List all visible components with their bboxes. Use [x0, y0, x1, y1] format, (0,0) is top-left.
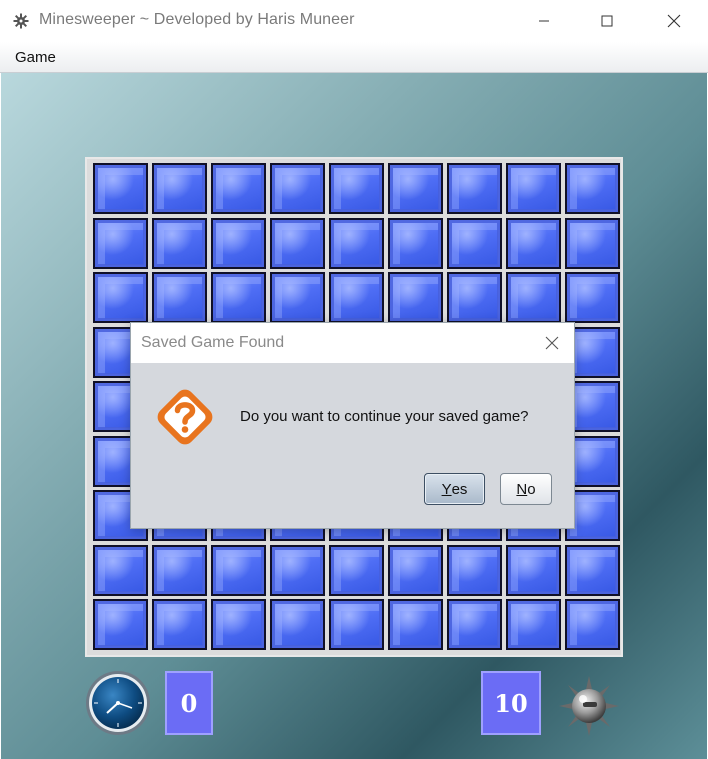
- no-label: o: [527, 480, 536, 498]
- mine-tile[interactable]: [329, 599, 384, 650]
- mine-tile[interactable]: [388, 163, 443, 214]
- mine-tile[interactable]: [447, 272, 502, 323]
- mine-tile[interactable]: [506, 544, 561, 596]
- mine-tile[interactable]: [565, 217, 620, 269]
- mine-tile[interactable]: [565, 163, 620, 214]
- menu-game[interactable]: Game: [15, 49, 56, 66]
- mine-tile[interactable]: [506, 217, 561, 269]
- maximize-icon: [601, 15, 613, 27]
- yes-button[interactable]: Yes: [424, 473, 485, 505]
- yes-label: es: [451, 480, 468, 498]
- mine-tile[interactable]: [270, 163, 325, 214]
- mine-tile[interactable]: [93, 163, 148, 214]
- maximize-button[interactable]: [584, 0, 630, 42]
- mine-tile[interactable]: [211, 163, 266, 214]
- dialog-close-button[interactable]: [537, 331, 567, 355]
- mine-tile[interactable]: [506, 272, 561, 323]
- mine-tile[interactable]: [152, 599, 207, 650]
- mines-remaining-counter: 10: [481, 671, 541, 735]
- mine-tile[interactable]: [211, 217, 266, 269]
- mine-icon: [557, 674, 621, 738]
- no-mnemonic: N: [516, 480, 528, 498]
- mine-tile[interactable]: [329, 217, 384, 269]
- dialog-title-bar[interactable]: Saved Game Found: [131, 323, 574, 363]
- mine-tile[interactable]: [211, 544, 266, 596]
- mine-tile[interactable]: [388, 599, 443, 650]
- question-icon: [151, 383, 219, 451]
- mine-tile[interactable]: [152, 217, 207, 269]
- clock-icon: [85, 670, 151, 736]
- mine-tile[interactable]: [329, 163, 384, 214]
- mine-tile[interactable]: [152, 272, 207, 323]
- app-gear-icon: [13, 13, 29, 29]
- mine-tile[interactable]: [270, 272, 325, 323]
- minimize-button[interactable]: [521, 0, 567, 42]
- close-button[interactable]: [651, 0, 697, 42]
- mine-tile[interactable]: [506, 163, 561, 214]
- close-icon: [667, 14, 681, 28]
- mine-tile[interactable]: [388, 272, 443, 323]
- mine-tile[interactable]: [329, 544, 384, 596]
- saved-game-dialog: Saved Game Found Do you want to continue…: [130, 322, 575, 529]
- title-bar[interactable]: Minesweeper ~ Developed by Haris Muneer: [0, 0, 708, 42]
- mine-tile[interactable]: [447, 544, 502, 596]
- dialog-title: Saved Game Found: [141, 334, 285, 351]
- window-title: Minesweeper ~ Developed by Haris Muneer: [39, 11, 355, 28]
- mine-tile[interactable]: [329, 272, 384, 323]
- mine-tile[interactable]: [211, 272, 266, 323]
- close-icon: [545, 336, 559, 350]
- mine-tile[interactable]: [565, 599, 620, 650]
- mine-tile[interactable]: [388, 217, 443, 269]
- mine-tile[interactable]: [447, 217, 502, 269]
- mine-tile[interactable]: [152, 163, 207, 214]
- mine-tile[interactable]: [211, 599, 266, 650]
- mine-tile[interactable]: [565, 544, 620, 596]
- dialog-message: Do you want to continue your saved game?: [240, 408, 529, 425]
- mine-tile[interactable]: [506, 599, 561, 650]
- mine-tile[interactable]: [447, 599, 502, 650]
- no-button[interactable]: No: [500, 473, 552, 505]
- mine-tile[interactable]: [93, 544, 148, 596]
- mine-tile[interactable]: [447, 163, 502, 214]
- mine-tile[interactable]: [93, 599, 148, 650]
- mine-tile[interactable]: [270, 544, 325, 596]
- yes-mnemonic: Y: [441, 480, 452, 498]
- mine-tile[interactable]: [152, 544, 207, 596]
- mine-tile[interactable]: [565, 272, 620, 323]
- mine-tile[interactable]: [388, 544, 443, 596]
- mine-tile[interactable]: [93, 217, 148, 269]
- minimize-icon: [539, 20, 549, 22]
- minesweeper-window: Minesweeper ~ Developed by Haris Muneer …: [0, 0, 708, 759]
- mine-tile[interactable]: [270, 217, 325, 269]
- menu-bar: Game: [0, 42, 708, 73]
- mine-tile[interactable]: [270, 599, 325, 650]
- time-counter: 0: [165, 671, 213, 735]
- mine-tile[interactable]: [93, 272, 148, 323]
